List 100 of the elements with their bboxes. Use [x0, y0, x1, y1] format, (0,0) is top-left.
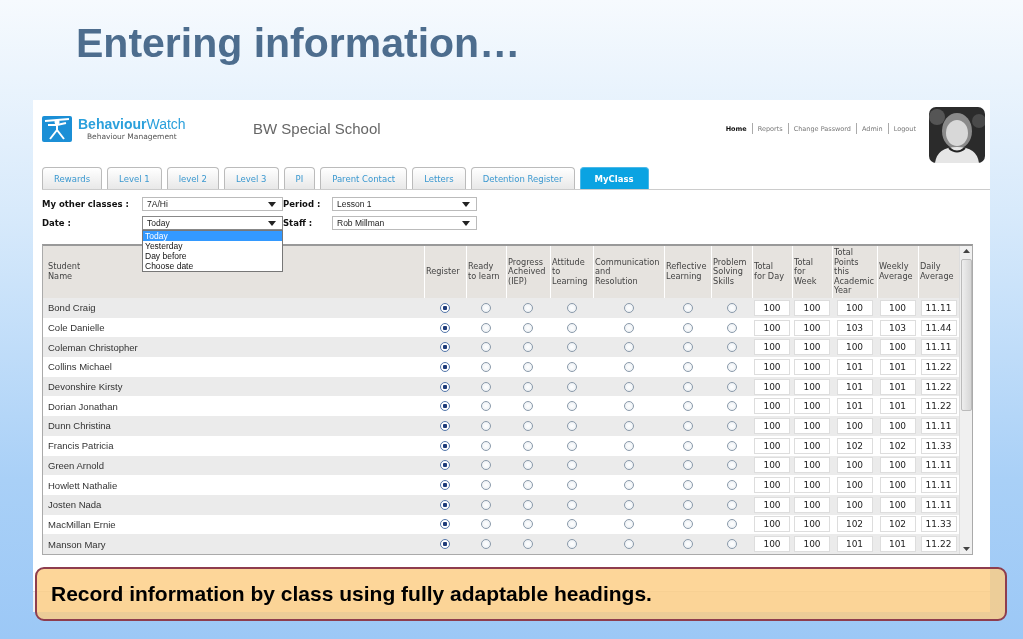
radio-button[interactable] — [566, 519, 577, 530]
points-field[interactable]: 100 — [754, 437, 790, 454]
radio-button[interactable] — [682, 302, 693, 313]
points-field[interactable]: 102 — [879, 516, 916, 533]
points-field[interactable]: 100 — [754, 496, 790, 513]
radio-button[interactable] — [566, 381, 577, 392]
radio-button[interactable] — [726, 480, 737, 491]
radio-button[interactable] — [440, 460, 450, 471]
radio-button[interactable] — [623, 342, 634, 353]
points-field[interactable]: 101 — [879, 358, 916, 375]
points-field[interactable]: 100 — [754, 299, 790, 316]
points-field[interactable]: 11.11 — [920, 477, 957, 494]
radio-button[interactable] — [481, 401, 491, 412]
radio-button[interactable] — [726, 401, 737, 412]
radio-button[interactable] — [566, 499, 577, 510]
points-field[interactable]: 100 — [836, 417, 873, 434]
radio-button[interactable] — [623, 519, 634, 530]
radio-button[interactable] — [481, 460, 491, 471]
points-field[interactable]: 100 — [794, 299, 830, 316]
points-field[interactable]: 11.11 — [920, 339, 957, 356]
radio-button[interactable] — [623, 539, 634, 550]
points-field[interactable]: 100 — [879, 496, 916, 513]
scrollbar[interactable] — [959, 246, 972, 554]
caret-icon[interactable] — [268, 220, 276, 226]
radio-button[interactable] — [682, 401, 693, 412]
points-field[interactable]: 11.22 — [920, 398, 957, 415]
points-field[interactable]: 100 — [836, 477, 873, 494]
radio-button[interactable] — [682, 361, 693, 372]
radio-button[interactable] — [566, 361, 577, 372]
radio-button[interactable] — [523, 420, 533, 431]
radio-button[interactable] — [623, 361, 634, 372]
points-field[interactable]: 101 — [879, 378, 916, 395]
points-field[interactable]: 11.33 — [920, 437, 957, 454]
points-field[interactable]: 101 — [836, 358, 873, 375]
points-field[interactable]: 102 — [836, 437, 873, 454]
radio-button[interactable] — [440, 539, 450, 550]
radio-button[interactable] — [481, 519, 491, 530]
radio-button[interactable] — [523, 302, 533, 313]
radio-button[interactable] — [440, 440, 450, 451]
radio-button[interactable] — [726, 519, 737, 530]
radio-button[interactable] — [682, 460, 693, 471]
radio-button[interactable] — [523, 381, 533, 392]
radio-button[interactable] — [481, 302, 491, 313]
radio-button[interactable] — [523, 440, 533, 451]
radio-button[interactable] — [523, 480, 533, 491]
points-field[interactable]: 101 — [836, 398, 873, 415]
radio-button[interactable] — [440, 322, 450, 333]
radio-button[interactable] — [440, 361, 450, 372]
radio-button[interactable] — [623, 401, 634, 412]
points-field[interactable]: 100 — [794, 417, 830, 434]
radio-button[interactable] — [481, 322, 491, 333]
radio-button[interactable] — [726, 539, 737, 550]
radio-button[interactable] — [523, 460, 533, 471]
radio-button[interactable] — [523, 401, 533, 412]
radio-button[interactable] — [682, 381, 693, 392]
radio-button[interactable] — [726, 342, 737, 353]
points-field[interactable]: 11.33 — [920, 516, 957, 533]
points-field[interactable]: 100 — [754, 516, 790, 533]
radio-button[interactable] — [566, 420, 577, 431]
points-field[interactable]: 100 — [879, 339, 916, 356]
radio-button[interactable] — [440, 499, 450, 510]
radio-button[interactable] — [726, 499, 737, 510]
points-field[interactable]: 100 — [754, 457, 790, 474]
points-field[interactable]: 100 — [794, 358, 830, 375]
points-field[interactable]: 100 — [754, 398, 790, 415]
radio-button[interactable] — [726, 440, 737, 451]
radio-button[interactable] — [523, 322, 533, 333]
points-field[interactable]: 11.22 — [920, 378, 957, 395]
points-field[interactable]: 100 — [794, 378, 830, 395]
radio-button[interactable] — [623, 302, 634, 313]
points-field[interactable]: 100 — [754, 358, 790, 375]
points-field[interactable]: 100 — [879, 477, 916, 494]
radio-button[interactable] — [726, 460, 737, 471]
points-field[interactable]: 100 — [754, 477, 790, 494]
points-field[interactable]: 100 — [794, 398, 830, 415]
dropdown[interactable]: Lesson 1 — [332, 197, 477, 211]
radio-button[interactable] — [566, 322, 577, 333]
radio-button[interactable] — [440, 401, 450, 412]
radio-button[interactable] — [682, 480, 693, 491]
radio-button[interactable] — [682, 539, 693, 550]
radio-button[interactable] — [682, 342, 693, 353]
radio-button[interactable] — [623, 499, 634, 510]
points-field[interactable]: 102 — [836, 516, 873, 533]
radio-button[interactable] — [726, 381, 737, 392]
points-field[interactable]: 103 — [879, 319, 916, 336]
points-field[interactable]: 11.11 — [920, 496, 957, 513]
dropdown[interactable]: Today — [142, 216, 283, 230]
radio-button[interactable] — [566, 401, 577, 412]
points-field[interactable]: 100 — [754, 536, 790, 553]
dropdown[interactable]: 7A/Hi — [142, 197, 283, 211]
radio-button[interactable] — [566, 302, 577, 313]
points-field[interactable]: 100 — [794, 437, 830, 454]
dropdown-option[interactable]: Choose date — [143, 261, 282, 271]
radio-button[interactable] — [523, 519, 533, 530]
dropdown[interactable]: Rob Millman — [332, 216, 477, 230]
radio-button[interactable] — [481, 361, 491, 372]
dropdown-option[interactable]: Yesterday — [143, 241, 282, 251]
points-field[interactable]: 100 — [836, 496, 873, 513]
radio-button[interactable] — [623, 440, 634, 451]
radio-button[interactable] — [440, 342, 450, 353]
